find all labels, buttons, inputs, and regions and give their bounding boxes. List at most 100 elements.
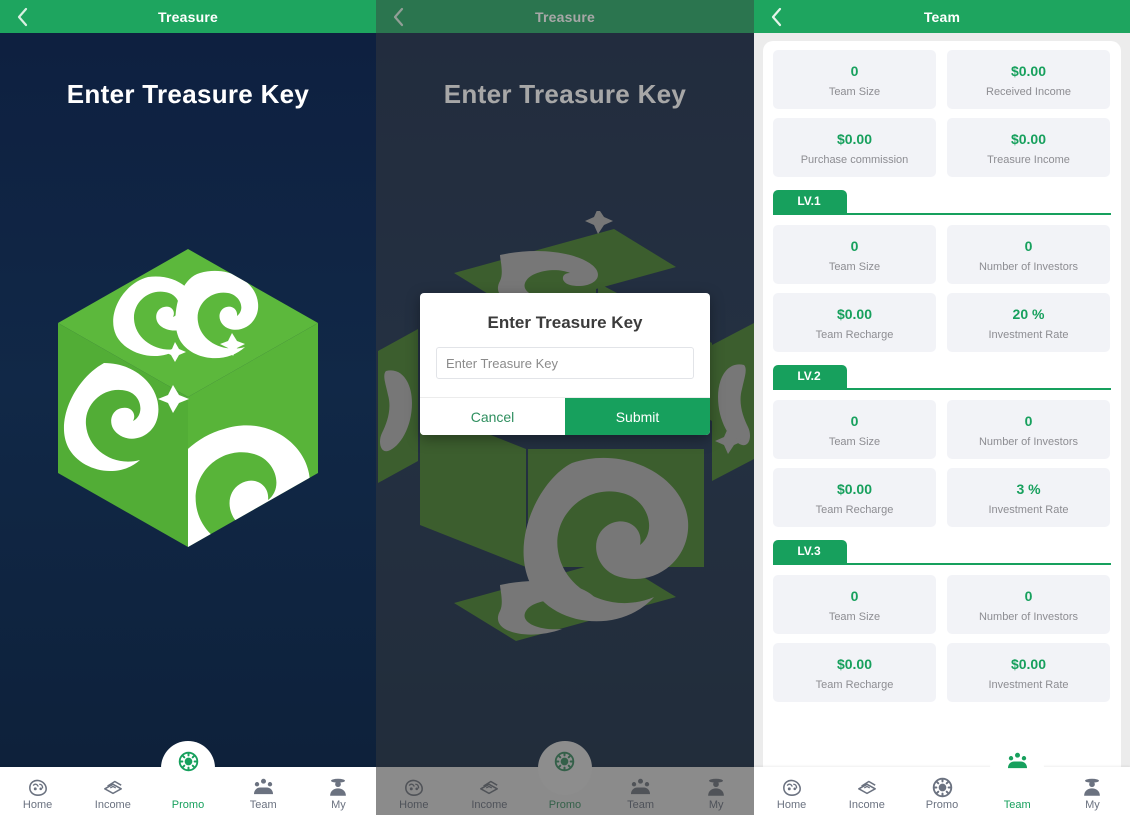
stat-card: 0 Number of Investors [947,575,1110,634]
stat-value: $0.00 [1010,131,1047,147]
treasure-key-input[interactable] [436,347,694,379]
app-header: Treasure [0,0,376,33]
nav-item-promo[interactable]: Promo [904,767,979,815]
treasure-cube-icon [52,243,324,563]
stat-value: $0.00 [836,306,873,322]
page-title: Team [923,8,961,25]
promo-icon [931,776,954,798]
nav-item-label: Promo [171,799,205,811]
stat-label: Team Size [828,261,881,273]
stat-card: 0 Number of Investors [947,225,1110,284]
stat-value: 0 [1024,588,1033,604]
level-tab-row: LV.1 [773,190,1111,215]
dialog-input-wrapper [420,347,710,397]
nav-raised-bubble [161,741,215,795]
dialog-actions: Cancel Submit [420,397,710,435]
nav-item-label: Team [1003,799,1031,811]
promo-icon [177,750,200,772]
stat-value: $0.00 [1010,656,1047,672]
stat-label: Number of Investors [978,261,1079,273]
team-card: 0 Team Size $0.00 Received Income $0.00 Purch… [763,41,1121,815]
stat-card: 0 Team Size [773,400,936,459]
panel-team: Team 0 Team Size $0.00 Received Income $0.00… [754,0,1130,815]
stat-value: 0 [1024,238,1033,254]
panel-treasure-dialog: Treasure Enter Treasure Key Home Income … [376,0,754,815]
back-button[interactable] [8,0,36,33]
nav-item-label: Team [249,799,277,811]
page-title: Treasure [158,8,218,25]
level-tab[interactable]: LV.2 [773,365,847,388]
nav-item-my[interactable]: My [1055,767,1130,815]
stat-value: 0 [850,413,859,429]
nav-item-home[interactable]: Home [754,767,829,815]
nav-item-label: Home [22,799,53,811]
stat-value: 0 [850,238,859,254]
nav-item-promo[interactable]: Promo [150,741,225,815]
stat-value: $0.00 [836,481,873,497]
home-icon [781,776,803,798]
stat-card: $0.00 Team Recharge [773,643,936,702]
stat-value: 20 % [1012,306,1045,322]
stat-value: $0.00 [1010,63,1047,79]
team-levels: LV.1 0 Team Size 0 Number of Investors $0.00 T… [773,190,1111,702]
home-icon [27,776,49,798]
stat-value: $0.00 [836,656,873,672]
stat-label: Number of Investors [978,611,1079,623]
level-section-lv3: LV.3 0 Team Size 0 Number of Investors $0.00 T… [773,540,1111,702]
level-stat-grid: 0 Team Size 0 Number of Investors $0.00 Team … [773,225,1111,352]
submit-button[interactable]: Submit [565,398,710,435]
stat-label: Team Size [828,611,881,623]
level-tab[interactable]: LV.3 [773,540,847,563]
nav-item-home[interactable]: Home [0,767,75,815]
stat-card: 3 % Investment Rate [947,468,1110,527]
my-icon [327,776,349,798]
team-icon [1006,750,1029,772]
level-tab[interactable]: LV.1 [773,190,847,213]
stat-card: $0.00 Purchase commission [773,118,936,177]
nav-item-income[interactable]: Income [75,767,150,815]
team-icon [252,776,275,798]
bottom-navigation: Home Income Promo Team My [0,741,376,815]
stat-label: Investment Rate [988,329,1069,341]
stat-label: Team Recharge [815,329,894,341]
nav-item-team[interactable]: Team [980,741,1055,815]
bottom-navigation: Home Income Promo Team My [754,741,1130,815]
team-summary-grid: 0 Team Size $0.00 Received Income $0.00 Purch… [773,50,1111,177]
level-stat-grid: 0 Team Size 0 Number of Investors $0.00 Team … [773,575,1111,702]
stat-label: Team Recharge [815,679,894,691]
stat-value: 0 [850,588,859,604]
nav-item-team[interactable]: Team [226,767,301,815]
treasure-cube-graphic[interactable] [0,223,376,583]
stat-card: $0.00 Treasure Income [947,118,1110,177]
stat-value: 3 % [1016,481,1041,497]
stat-label: Team Recharge [815,504,894,516]
stat-card: 0 Team Size [773,575,936,634]
stat-label: Received Income [986,86,1071,98]
nav-item-my[interactable]: My [301,767,376,815]
dialog-title: Enter Treasure Key [487,313,643,332]
nav-item-label: Home [776,799,807,811]
nav-item-label: Income [94,799,131,811]
nav-item-label: Income [848,799,885,811]
treasure-heading: Enter Treasure Key [66,79,310,109]
stat-label: Investment Rate [988,504,1069,516]
app-header: Team [754,0,1130,33]
stat-card: 0 Team Size [773,50,936,109]
stat-card: $0.00 Received Income [947,50,1110,109]
chevron-left-icon [16,7,29,27]
stat-card: $0.00 Team Recharge [773,293,936,352]
back-button[interactable] [762,0,790,33]
stat-label: Investment Rate [988,679,1069,691]
nav-raised-bubble [990,741,1045,795]
treasure-key-dialog: Enter Treasure Key Cancel Submit [420,293,710,435]
nav-item-label: Promo [925,799,959,811]
team-content[interactable]: 0 Team Size $0.00 Received Income $0.00 Purch… [754,33,1130,815]
stat-label: Purchase commission [800,154,909,166]
my-icon [1081,776,1103,798]
stat-card: $0.00 Investment Rate [947,643,1110,702]
nav-item-income[interactable]: Income [829,767,904,815]
stat-value: 0 [1024,413,1033,429]
stat-card: 0 Number of Investors [947,400,1110,459]
cancel-button[interactable]: Cancel [420,398,565,435]
stat-card: 20 % Investment Rate [947,293,1110,352]
